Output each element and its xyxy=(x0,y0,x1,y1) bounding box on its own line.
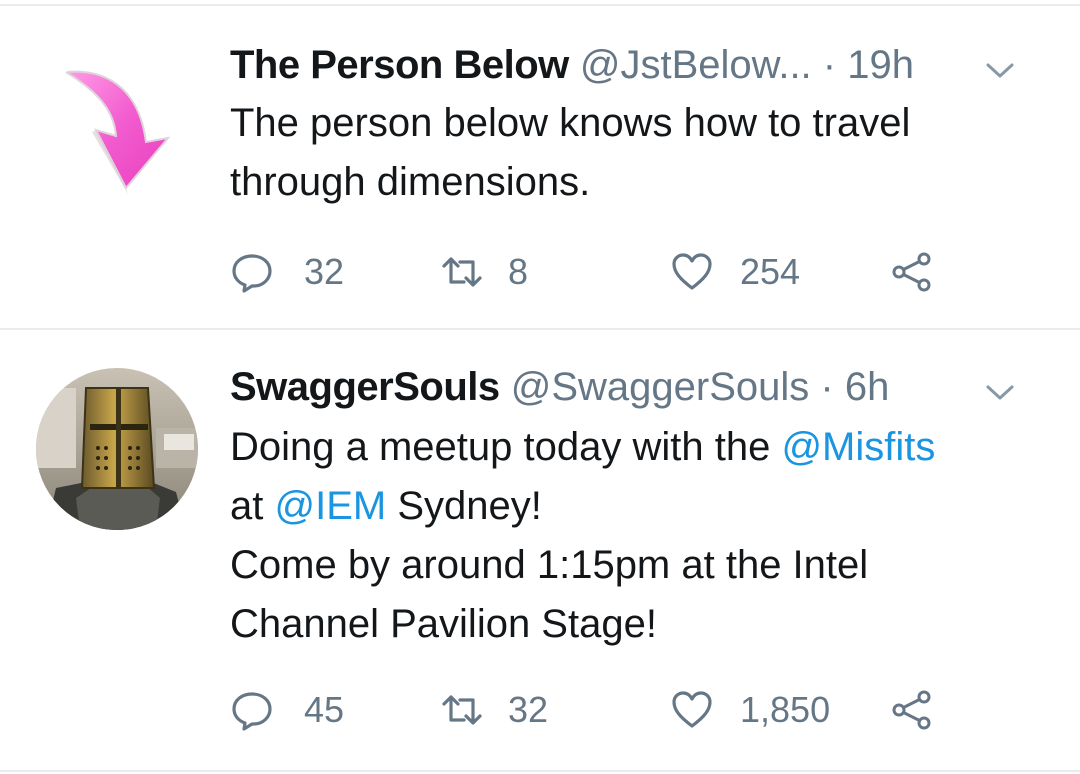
share-icon xyxy=(892,690,931,730)
share-icon xyxy=(892,252,931,292)
timestamp[interactable]: 6h xyxy=(845,365,890,409)
display-name[interactable]: The Person Below xyxy=(230,43,569,87)
separator-dot: · xyxy=(822,43,837,87)
separator-dot: · xyxy=(820,365,834,409)
tweet[interactable]: The Person Below @JstBelow... · 19h The … xyxy=(0,6,1080,328)
reply-button[interactable]: 32 xyxy=(230,242,344,302)
text-segment: Sydney! xyxy=(386,484,542,528)
text-segment: at xyxy=(230,484,275,528)
share-button[interactable] xyxy=(890,242,934,302)
tweet-line: Come by around 1:15pm at the Intel xyxy=(230,543,869,587)
tweet-line: at @IEM Sydney! xyxy=(230,477,1050,536)
display-name[interactable]: SwaggerSouls xyxy=(230,365,500,409)
tweet-line: The person below knows how to travel xyxy=(230,101,911,145)
retweet-count: 8 xyxy=(508,251,529,292)
tweet-line: Doing a meetup today with the @Misfits xyxy=(230,418,1050,477)
reply-count: 45 xyxy=(304,689,345,730)
retweet-button[interactable]: 32 xyxy=(440,680,548,740)
avatar[interactable] xyxy=(36,54,198,216)
tweet-actions: 45 32 1,850 xyxy=(230,680,990,740)
tweet-text: Doing a meetup today with the @Misfits a… xyxy=(230,418,1050,654)
heart-icon xyxy=(672,253,712,290)
tweet-header: SwaggerSouls @SwaggerSouls · 6h xyxy=(230,362,1050,412)
reply-icon xyxy=(232,254,272,293)
like-button[interactable]: 1,850 xyxy=(670,680,830,740)
like-button[interactable]: 254 xyxy=(670,242,800,302)
tweet-header: The Person Below @JstBelow... · 19h xyxy=(230,40,1050,90)
knight-helmet-photo-icon xyxy=(36,368,198,530)
retweet-icon xyxy=(442,695,482,725)
like-count: 1,850 xyxy=(740,689,831,730)
timeline-feed: The Person Below @JstBelow... · 19h The … xyxy=(0,0,1080,774)
tweet-text: The person below knows how to travel thr… xyxy=(230,94,1050,212)
like-count: 254 xyxy=(740,251,801,292)
tweet-actions: 32 8 254 xyxy=(230,242,990,302)
reply-icon xyxy=(232,692,272,731)
tweet-line: Channel Pavilion Stage! xyxy=(230,602,657,646)
share-button[interactable] xyxy=(890,680,934,740)
heart-icon xyxy=(672,691,712,728)
tweet-line: through dimensions. xyxy=(230,160,591,204)
mention-link[interactable]: @Misfits xyxy=(781,425,935,469)
retweet-button[interactable]: 8 xyxy=(440,242,528,302)
pink-down-arrow-icon xyxy=(36,54,198,216)
handle[interactable]: @JstBelow... xyxy=(580,43,812,87)
text-segment: Doing a meetup today with the xyxy=(230,425,782,469)
chevron-down-icon[interactable] xyxy=(980,50,1020,90)
reply-count: 32 xyxy=(304,251,345,292)
timestamp[interactable]: 19h xyxy=(847,43,914,87)
retweet-count: 32 xyxy=(508,689,549,730)
retweet-icon xyxy=(442,257,482,287)
avatar[interactable] xyxy=(36,368,198,530)
mention-link[interactable]: @IEM xyxy=(274,484,386,528)
tweet-divider xyxy=(0,770,1080,772)
tweet[interactable]: SwaggerSouls @SwaggerSouls · 6h Doing a … xyxy=(0,330,1080,770)
handle[interactable]: @SwaggerSouls xyxy=(511,365,810,409)
reply-button[interactable]: 45 xyxy=(230,680,344,740)
chevron-down-icon[interactable] xyxy=(980,372,1020,412)
